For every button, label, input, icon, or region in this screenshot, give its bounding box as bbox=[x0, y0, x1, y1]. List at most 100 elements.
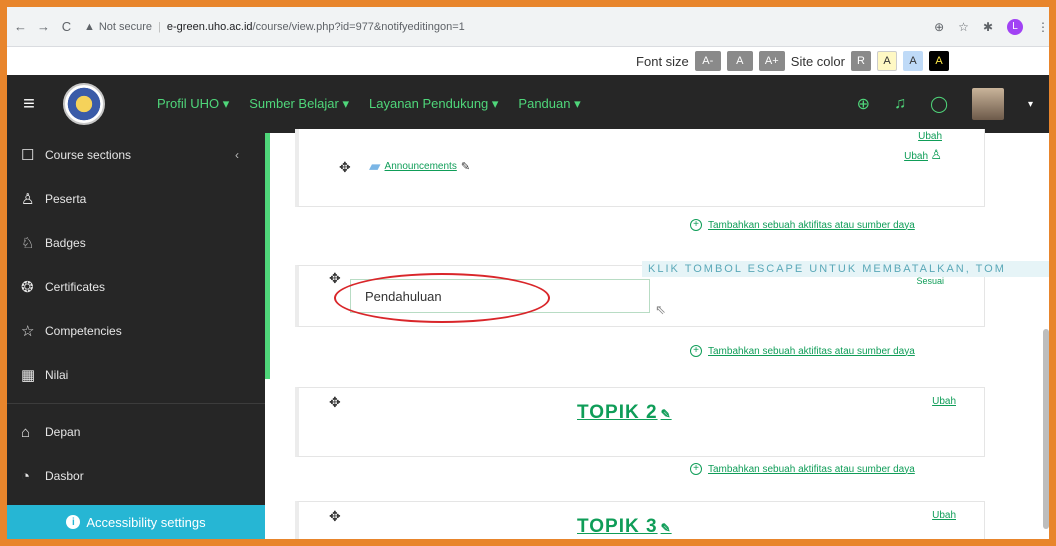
move-icon[interactable]: ✥ bbox=[329, 270, 341, 287]
browser-menu-icon[interactable]: ⋮ bbox=[1037, 20, 1049, 34]
user-roles-icon[interactable]: ♙ bbox=[930, 147, 942, 163]
certificate-icon: ❂ bbox=[21, 279, 34, 296]
accessibility-settings-button[interactable]: i Accessibility settings bbox=[7, 505, 265, 539]
sidebar-item-badges[interactable]: ♘ Badges bbox=[7, 221, 265, 265]
forum-icon: ▰ bbox=[369, 158, 381, 175]
menu-profil-uho[interactable]: Profil UHO ▾ bbox=[157, 96, 229, 112]
sidebar-item-course-sections[interactable]: ☐ Course sections ‹ bbox=[7, 133, 265, 177]
sidebar-item-label: Nilai bbox=[45, 368, 69, 382]
sidebar-item-nilai[interactable]: ▦ Nilai bbox=[7, 353, 265, 397]
back-button[interactable]: ← bbox=[11, 19, 30, 34]
topic-3-title[interactable]: TOPIK 3 ✎ bbox=[577, 516, 672, 538]
topic-2-title[interactable]: TOPIK 2 ✎ bbox=[577, 402, 672, 424]
plus-circle-icon: + bbox=[690, 219, 702, 231]
sidebar-item-label: Course sections bbox=[45, 148, 132, 162]
color-reset-button[interactable]: R bbox=[851, 51, 871, 71]
topic-3-title-text: TOPIK 3 bbox=[577, 516, 658, 537]
page-scrollbar[interactable] bbox=[1043, 329, 1049, 529]
home-icon: ⌂ bbox=[21, 423, 31, 441]
warning-icon: ▲ bbox=[83, 20, 95, 33]
announcements-link[interactable]: Announcements bbox=[385, 161, 457, 172]
section-edit-menu[interactable]: Ubah bbox=[932, 396, 956, 407]
accessibility-settings-label: Accessibility settings bbox=[86, 514, 206, 530]
add-activity-link[interactable]: Tambahkan sebuah aktifitas atau sumber d… bbox=[708, 346, 915, 357]
chevron-left-icon[interactable]: ‹ bbox=[235, 148, 239, 162]
messages-icon[interactable]: ◯ bbox=[930, 94, 948, 114]
hamburger-menu-icon[interactable]: ≡ bbox=[9, 93, 49, 116]
course-content: ✥ ▰ Announcements ✎ Ubah Ubah ♙ + Tambah… bbox=[270, 129, 1049, 539]
folder-icon: ☐ bbox=[21, 147, 35, 164]
highlight-annotation bbox=[334, 273, 550, 323]
site-logo[interactable] bbox=[63, 83, 105, 125]
sidebar-item-label: Competencies bbox=[45, 324, 122, 338]
menu-panduan[interactable]: Panduan ▾ bbox=[518, 96, 580, 112]
forward-button[interactable]: → bbox=[34, 19, 53, 34]
navbar-actions: ⊕ ♫ ◯ ▾ bbox=[857, 88, 1049, 120]
sidebar-item-peserta[interactable]: ♙ Peserta bbox=[7, 177, 265, 221]
site-navbar: ≡ Profil UHO ▾ Sumber Belajar ▾ Layanan … bbox=[7, 75, 1049, 133]
announcements-activity[interactable]: ▰ Announcements ✎ bbox=[369, 157, 470, 175]
hidden-edit-link[interactable]: Sesuai bbox=[916, 276, 944, 286]
menu-layanan-pendukung[interactable]: Layanan Pendukung ▾ bbox=[369, 96, 498, 112]
badge-icon: ♘ bbox=[21, 235, 35, 252]
edit-pencil-icon[interactable]: ✎ bbox=[661, 521, 672, 535]
sidebar-item-depan[interactable]: ⌂ Depan bbox=[7, 410, 265, 454]
main-menu: Profil UHO ▾ Sumber Belajar ▾ Layanan Pe… bbox=[157, 96, 581, 112]
star-icon: ☆ bbox=[21, 323, 35, 340]
section-topik-3: ✥ TOPIK 3 ✎ Ubah bbox=[295, 501, 985, 539]
sidebar-item-label: Certificates bbox=[45, 280, 106, 294]
add-activity-link[interactable]: Tambahkan sebuah aktifitas atau sumber d… bbox=[708, 464, 915, 475]
topic-2-title-text: TOPIK 2 bbox=[577, 402, 658, 423]
url-separator: | bbox=[158, 20, 161, 33]
mouse-cursor-icon: ⇖ bbox=[655, 302, 666, 317]
move-icon[interactable]: ✥ bbox=[339, 159, 351, 176]
sidebar-item-dasbor[interactable]: ◔ Dasbor bbox=[7, 454, 265, 498]
plus-circle-icon: + bbox=[690, 345, 702, 357]
font-reset-button[interactable]: A bbox=[726, 51, 753, 71]
font-increase-button[interactable]: A+ bbox=[758, 51, 785, 71]
escape-hint-banner: KLIK TOMBOL ESCAPE UNTUK MEMBATALKAN, TO… bbox=[642, 261, 1049, 277]
move-icon[interactable]: ✥ bbox=[329, 394, 341, 411]
address-bar[interactable]: ▲ Not secure | e-green.uho.ac.id /course… bbox=[83, 13, 925, 40]
extensions-icon[interactable]: ✱ bbox=[983, 20, 993, 34]
add-activity-link[interactable]: Tambahkan sebuah aktifitas atau sumber d… bbox=[708, 220, 915, 231]
edit-pencil-icon[interactable]: ✎ bbox=[461, 160, 470, 173]
add-activity-row[interactable]: + Tambahkan sebuah aktifitas atau sumber… bbox=[690, 345, 915, 357]
url-host: e-green.uho.ac.id bbox=[166, 20, 253, 33]
add-activity-row[interactable]: + Tambahkan sebuah aktifitas atau sumber… bbox=[690, 219, 915, 231]
menu-sumber-belajar[interactable]: Sumber Belajar ▾ bbox=[249, 96, 349, 112]
sidebar-item-competencies[interactable]: ☆ Competencies bbox=[7, 309, 265, 353]
accessibility-toolbar: Font size A- A A+ Site color R A A A bbox=[7, 47, 1049, 75]
profile-avatar[interactable]: L bbox=[1007, 18, 1023, 35]
url-path: /course/view.php?id=977&notifyeditingon=… bbox=[252, 20, 465, 33]
user-avatar[interactable] bbox=[971, 88, 1004, 120]
activity-edit-menu[interactable]: Ubah bbox=[904, 151, 928, 162]
sidebar-divider bbox=[7, 403, 265, 404]
section-general: ✥ ▰ Announcements ✎ Ubah Ubah ♙ bbox=[295, 129, 985, 207]
sidebar-item-label: Depan bbox=[45, 425, 81, 439]
move-icon[interactable]: ✥ bbox=[329, 508, 341, 525]
font-size-label: Font size bbox=[636, 53, 689, 69]
zoom-icon[interactable]: ⊕ bbox=[934, 20, 944, 34]
section-edit-menu[interactable]: Ubah bbox=[918, 131, 942, 142]
color-black-button[interactable]: A bbox=[929, 51, 949, 71]
security-label: Not secure bbox=[98, 20, 153, 33]
reload-button[interactable]: C bbox=[57, 19, 76, 34]
gradebook-icon: ▦ bbox=[21, 367, 36, 384]
bookmark-star-icon[interactable]: ☆ bbox=[958, 20, 969, 34]
color-yellow-button[interactable]: A bbox=[877, 51, 897, 71]
sidebar-item-certificates[interactable]: ❂ Certificates bbox=[7, 265, 265, 309]
section-topik-2: ✥ TOPIK 2 ✎ Ubah bbox=[295, 387, 985, 457]
notification-bell-icon[interactable]: ♫ bbox=[894, 95, 906, 113]
sidebar-item-label: Badges bbox=[45, 236, 86, 250]
browser-actions: ⊕ ☆ ✱ L ⋮ bbox=[934, 18, 1049, 35]
users-icon: ♙ bbox=[21, 191, 35, 208]
font-decrease-button[interactable]: A- bbox=[694, 51, 721, 71]
language-globe-icon[interactable]: ⊕ bbox=[857, 94, 870, 114]
add-activity-row[interactable]: + Tambahkan sebuah aktifitas atau sumber… bbox=[690, 463, 915, 475]
user-menu-caret-icon[interactable]: ▾ bbox=[1028, 99, 1033, 110]
edit-pencil-icon[interactable]: ✎ bbox=[661, 407, 672, 421]
site-color-label: Site color bbox=[790, 53, 845, 69]
color-blue-button[interactable]: A bbox=[903, 51, 923, 71]
section-edit-menu[interactable]: Ubah bbox=[932, 510, 956, 521]
